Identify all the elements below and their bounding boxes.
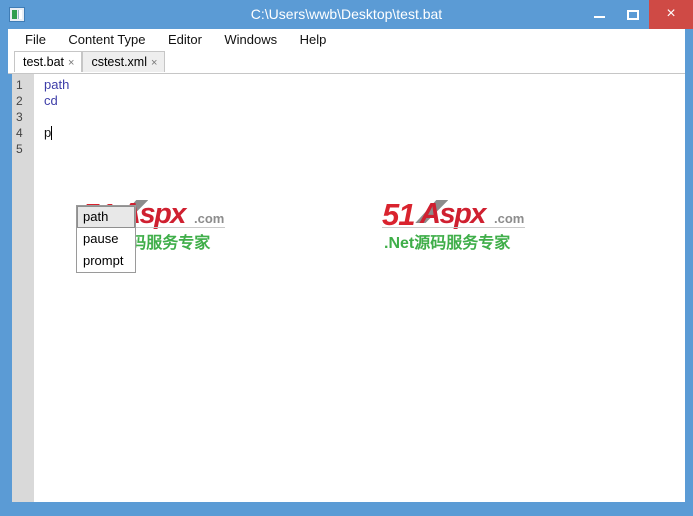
text-caret: [51, 126, 52, 140]
line-number: 2: [16, 94, 23, 108]
close-icon: ×: [666, 5, 676, 22]
menu-item-editor[interactable]: Editor: [159, 29, 211, 51]
watermark-subtitle: .Net源码服务专家: [384, 235, 511, 252]
menu-item-content-type[interactable]: Content Type: [59, 29, 154, 51]
code-canvas[interactable]: path cd p 51 Aspx .com .Net源码服务专家: [34, 74, 685, 502]
menu-bar: File Content Type Editor Windows Help: [8, 29, 685, 51]
minimize-icon: [594, 16, 605, 18]
tab-label: cstest.xml: [91, 55, 147, 69]
maximize-icon: [627, 10, 639, 20]
line-number-gutter: 1 2 3 4 5: [12, 74, 34, 502]
tab-strip: test.bat × cstest.xml ×: [8, 51, 685, 73]
watermark-divider: [382, 227, 525, 228]
code-line-2: cd: [44, 93, 58, 108]
line-number: 3: [16, 110, 23, 124]
autocomplete-dropdown[interactable]: path pause prompt: [76, 205, 136, 273]
title-bar[interactable]: C:\Users\wwb\Desktop\test.bat ×: [0, 0, 693, 29]
tab-cstest-xml[interactable]: cstest.xml ×: [82, 51, 166, 72]
tab-test-bat[interactable]: test.bat ×: [14, 51, 83, 72]
menu-item-windows[interactable]: Windows: [215, 29, 286, 51]
tab-close-icon[interactable]: ×: [151, 57, 157, 69]
tab-label: test.bat: [23, 55, 64, 69]
line-number: 5: [16, 142, 23, 156]
menu-item-help[interactable]: Help: [291, 29, 336, 51]
line-number: 4: [16, 126, 23, 140]
text-editor[interactable]: 1 2 3 4 5 path cd p 51 Aspx: [8, 73, 685, 502]
watermark-51-text: 51: [382, 197, 415, 232]
application-window: C:\Users\wwb\Desktop\test.bat × File Con…: [0, 0, 693, 516]
watermark-logo-graphic: 51 Aspx .com .Net源码服务专家: [382, 197, 525, 252]
watermark-aspx-text: Aspx: [420, 198, 486, 230]
watermark-logo-2: 51 Aspx .com .Net源码服务专家: [382, 197, 525, 252]
line-number: 1: [16, 78, 23, 92]
watermark-com-text: .com: [494, 211, 525, 226]
autocomplete-item-prompt[interactable]: prompt: [77, 250, 135, 272]
code-line-1: path: [44, 77, 70, 92]
minimize-button[interactable]: [583, 0, 616, 29]
autocomplete-item-pause[interactable]: pause: [77, 228, 135, 250]
watermark-swoosh-icon: [412, 200, 449, 223]
close-button[interactable]: ×: [649, 0, 693, 29]
maximize-button[interactable]: [616, 0, 649, 29]
watermark-com-text: .com: [194, 211, 225, 226]
tab-close-icon[interactable]: ×: [68, 57, 74, 69]
autocomplete-item-path[interactable]: path: [77, 206, 135, 228]
menu-item-file[interactable]: File: [16, 29, 55, 51]
client-area: File Content Type Editor Windows Help te…: [8, 29, 685, 502]
